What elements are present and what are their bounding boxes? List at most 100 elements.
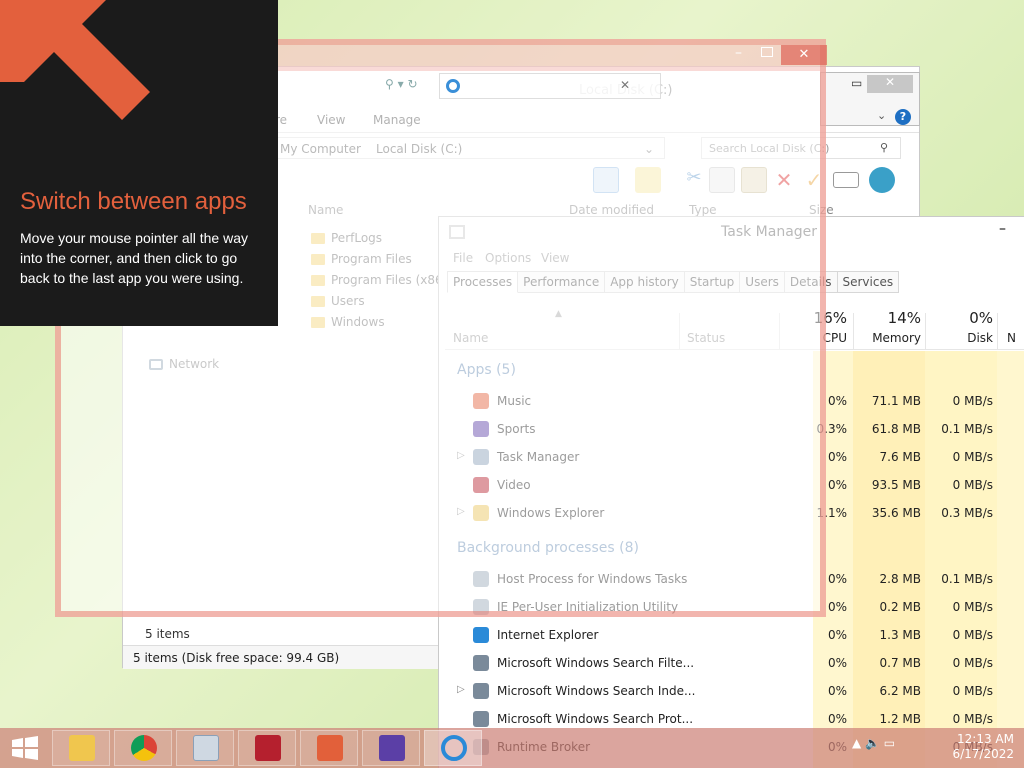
column-disk[interactable]: Disk <box>925 331 993 345</box>
process-name: Internet Explorer <box>497 628 599 642</box>
properties-icon[interactable] <box>833 172 859 188</box>
process-row[interactable]: Microsoft Windows Search Filte... 0% 0.7 M… <box>439 649 1024 677</box>
process-disk: 0 MB/s <box>952 684 993 698</box>
taskbar-music[interactable] <box>300 730 358 766</box>
file-row[interactable]: Windows <box>311 312 385 332</box>
tab-services[interactable]: Services <box>837 271 900 293</box>
process-row[interactable]: ▷ Task Manager 0% 7.6 MB 0 MB/s <box>439 443 1024 471</box>
breadcrumb-local-disk[interactable]: Local Disk (C:) <box>376 142 462 156</box>
taskbar-task-manager[interactable] <box>176 730 234 766</box>
breadcrumb-my-computer[interactable]: My Computer <box>280 142 361 156</box>
help-icon[interactable]: ? <box>895 109 911 125</box>
file-name: Program Files <box>331 252 412 266</box>
process-disk: 0 MB/s <box>952 656 993 670</box>
tab-app-history[interactable]: App history <box>605 271 685 293</box>
file-name: PerfLogs <box>331 231 383 245</box>
process-name: Video <box>497 478 531 492</box>
process-row[interactable]: ▷ Microsoft Windows Search Inde... 0% 6.2 M… <box>439 677 1024 705</box>
col-size[interactable]: Size <box>809 203 834 217</box>
process-cpu: 1.1% <box>816 506 848 520</box>
taskbar-file-explorer[interactable] <box>52 730 110 766</box>
windows-start-icon[interactable] <box>6 734 42 762</box>
process-icon <box>473 477 489 493</box>
process-row[interactable]: Internet Explorer 0% 1.3 MB 0 MB/s <box>439 621 1024 649</box>
search-box[interactable]: Search Local Disk (C:) ⚲ <box>701 137 901 159</box>
ribbon-tab-manage[interactable]: Manage <box>373 113 421 127</box>
address-bar[interactable]: My Computer Local Disk (C:) ⌄ <box>263 137 665 159</box>
column-name[interactable]: Name <box>453 331 488 345</box>
column-status[interactable]: Status <box>687 331 725 345</box>
internet-explorer-icon <box>441 735 467 761</box>
process-memory: 0.2 MB <box>879 600 921 614</box>
expand-chevron-icon[interactable]: ▷ <box>457 506 465 517</box>
clipboard-icon[interactable] <box>741 167 767 193</box>
delete-icon[interactable]: ✕ <box>771 167 797 193</box>
folder-icon <box>311 232 325 244</box>
tray-icons[interactable]: ▲ 🔈 ▭ <box>852 736 895 750</box>
group-header-apps[interactable]: Apps (5) <box>457 362 516 378</box>
process-icon <box>473 505 489 521</box>
globe-icon[interactable] <box>869 167 895 193</box>
task-manager-icon <box>449 225 465 239</box>
minimize-icon[interactable]: – <box>999 221 1006 237</box>
process-row[interactable]: IE Per-User Initialization Utility 0% 0.2 … <box>439 593 1024 621</box>
tab-processes[interactable]: Processes <box>447 271 519 293</box>
tab-startup[interactable]: Startup <box>684 271 741 293</box>
column-cpu[interactable]: CPU <box>799 331 847 345</box>
menu-file[interactable]: File <box>453 251 473 265</box>
search-icon[interactable]: ⚲ <box>880 141 888 154</box>
taskbar-video[interactable] <box>238 730 296 766</box>
rename-icon[interactable]: ✓ <box>801 167 827 193</box>
taskbar-internet-explorer[interactable] <box>424 730 482 766</box>
menu-view[interactable]: View <box>541 251 569 265</box>
file-row[interactable]: Users <box>311 291 365 311</box>
process-memory: 35.6 MB <box>871 506 921 520</box>
copy-icon[interactable] <box>709 167 735 193</box>
task-manager-window: Task Manager – File Options View Process… <box>438 216 1024 768</box>
process-row[interactable]: Music 0% 71.1 MB 0 MB/s <box>439 387 1024 415</box>
group-header-background[interactable]: Background processes (8) <box>457 540 639 556</box>
file-name: Users <box>331 294 365 308</box>
process-cpu: 0% <box>827 572 847 586</box>
address-dropdown-icon[interactable]: ⌄ <box>644 142 654 156</box>
ribbon-toolbar: ✂ ✕ ✓ <box>593 167 903 197</box>
minimize-icon[interactable]: ▭ <box>851 76 862 90</box>
file-row[interactable]: Program Files (x86) <box>311 270 447 290</box>
nav-item-network[interactable]: Network <box>149 357 219 371</box>
col-date-modified[interactable]: Date modified <box>569 203 654 217</box>
paste-icon[interactable] <box>635 167 661 193</box>
taskbar-games[interactable] <box>362 730 420 766</box>
ribbon-tab-view[interactable]: View <box>317 113 345 127</box>
network-icon <box>149 358 163 370</box>
process-disk: 0 MB/s <box>952 450 993 464</box>
file-row[interactable]: PerfLogs <box>311 228 382 248</box>
process-row[interactable]: Sports 0.3% 61.8 MB 0.1 MB/s <box>439 415 1024 443</box>
col-name[interactable]: Name <box>308 203 343 217</box>
column-memory[interactable]: Memory <box>853 331 921 345</box>
expand-chevron-icon[interactable]: ▷ <box>457 684 465 695</box>
close-icon[interactable]: ✕ <box>781 45 827 65</box>
clock[interactable]: 12:13 AM 6/17/2022 <box>950 732 1014 762</box>
sort-up-icon: ▲ <box>555 309 562 319</box>
col-type[interactable]: Type <box>689 203 717 217</box>
menu-options[interactable]: Options <box>485 251 531 265</box>
close-icon[interactable]: ✕ <box>867 75 913 93</box>
taskbar-chrome[interactable] <box>114 730 172 766</box>
file-name: Windows <box>331 315 385 329</box>
process-row[interactable]: Host Process for Windows Tasks 0% 2.8 MB 0.… <box>439 565 1024 593</box>
tab-details[interactable]: Details <box>784 271 838 293</box>
process-row[interactable]: ▷ Windows Explorer 1.1% 35.6 MB 0.3 MB/s <box>439 499 1024 527</box>
file-row[interactable]: Program Files <box>311 249 412 269</box>
column-network[interactable]: N <box>1007 331 1023 345</box>
maximize-icon[interactable] <box>761 47 773 57</box>
expand-chevron-icon[interactable]: ▷ <box>457 450 465 461</box>
process-row[interactable]: Video 0% 93.5 MB 0 MB/s <box>439 471 1024 499</box>
preview-pane-icon[interactable] <box>593 167 619 193</box>
cut-icon[interactable]: ✂ <box>681 167 707 193</box>
minimize-icon[interactable]: – <box>735 45 742 61</box>
tab-users[interactable]: Users <box>740 271 785 293</box>
process-disk: 0 MB/s <box>952 628 993 642</box>
tab-performance[interactable]: Performance <box>518 271 606 293</box>
chevron-down-icon[interactable]: ⌄ <box>877 109 886 122</box>
disk-total: 0% <box>969 309 993 327</box>
